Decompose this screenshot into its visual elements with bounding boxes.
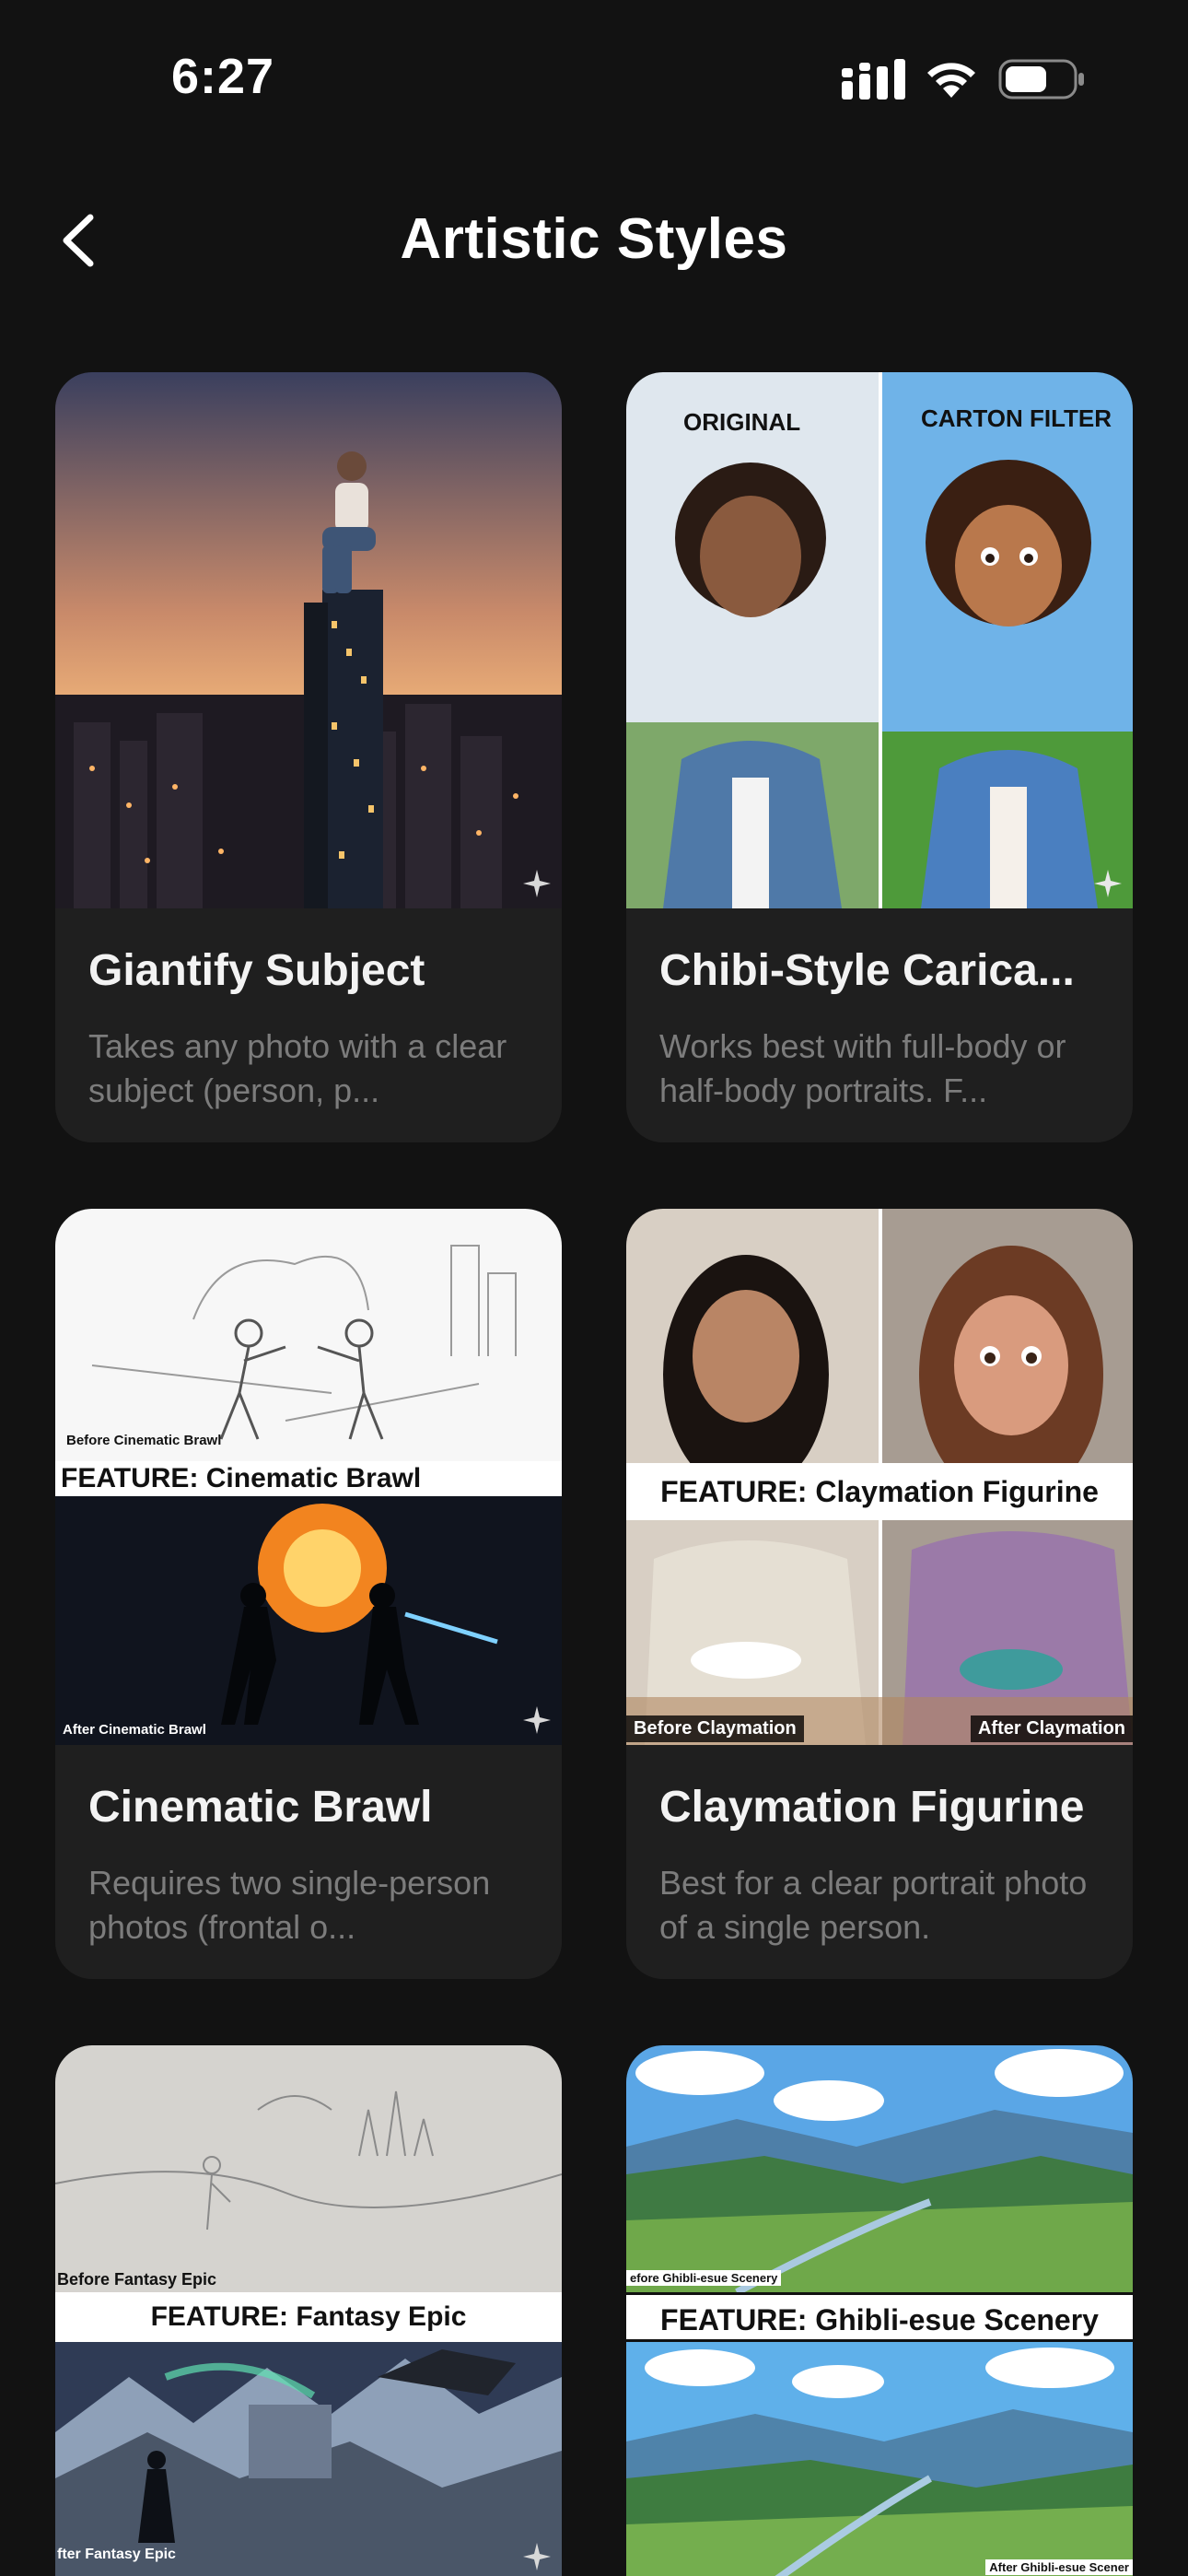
sparkle-icon [523,2543,551,2570]
style-thumbnail [55,372,562,908]
battery-icon [998,59,1084,100]
after-label: After Cinematic Brawl [63,1722,206,1738]
sparkle-icon [1094,870,1122,897]
status-bar: 6:27 [0,0,1188,157]
cellular-signal-icon [842,59,905,100]
card-description: Best for a clear portrait photo of a sin… [659,1864,1088,1946]
status-time: 6:27 [171,49,275,104]
style-card-claymation[interactable]: FEATURE: Claymation Figurine Before Clay… [626,1209,1133,1979]
before-label: efore Ghibli-esue Scenery [626,2270,782,2286]
after-label: After Claymation [970,1715,1133,1742]
style-card-chibi[interactable]: ORIGINAL CARTON FILTER Chibi-Style Caric… [626,372,1133,1142]
style-card-fantasy-epic[interactable]: Before Fantasy Epic FEATURE: Fantasy Epi… [55,2045,562,2576]
wifi-icon [927,63,975,98]
feature-label: FEATURE: Cinematic Brawl [55,1461,562,1496]
style-card-cinematic-brawl[interactable]: Before Cinematic Brawl FEATURE: Cinemati… [55,1209,562,1979]
after-label: fter Fantasy Epic [57,2547,176,2562]
feature-label: FEATURE: Fantasy Epic [55,2292,562,2342]
card-description: Works best with full-body or half-body p… [659,1027,1066,1109]
before-label: Before Fantasy Epic [57,2270,217,2289]
style-thumbnail: Before Cinematic Brawl FEATURE: Cinemati… [55,1209,562,1745]
card-title: Chibi-Style Carica... [659,946,1075,995]
original-label: ORIGINAL [683,408,801,436]
card-description: Takes any photo with a clear subject (pe… [88,1027,507,1109]
style-card-ghibli-scenery[interactable]: efore Ghibli-esue Scenery FEATURE: Ghibl… [626,2045,1133,2576]
card-title: Giantify Subject [88,946,425,995]
filter-label: CARTON FILTER [921,404,1112,432]
sparkle-icon [523,870,551,897]
before-label: Before Claymation [626,1715,804,1742]
style-thumbnail: efore Ghibli-esue Scenery FEATURE: Ghibl… [626,2045,1133,2576]
feature-label: FEATURE: Claymation Figurine [626,1463,1133,1520]
page-title: Artistic Styles [400,207,788,271]
after-label: After Ghibli-esue Scener [985,2559,1133,2575]
style-card-giantify[interactable]: Giantify Subject Takes any photo with a … [55,372,562,1142]
feature-label: FEATURE: Ghibli-esue Scenery [626,2292,1133,2342]
card-description: Requires two single-person photos (front… [88,1864,491,1946]
sparkle-icon [523,1706,551,1734]
before-label: Before Cinematic Brawl [66,1433,222,1448]
style-thumbnail: ORIGINAL CARTON FILTER [626,372,1133,908]
style-thumbnail: FEATURE: Claymation Figurine Before Clay… [626,1209,1133,1745]
style-thumbnail: Before Fantasy Epic FEATURE: Fantasy Epi… [55,2045,562,2576]
card-title: Claymation Figurine [659,1783,1085,1832]
card-title: Cinematic Brawl [88,1783,433,1832]
